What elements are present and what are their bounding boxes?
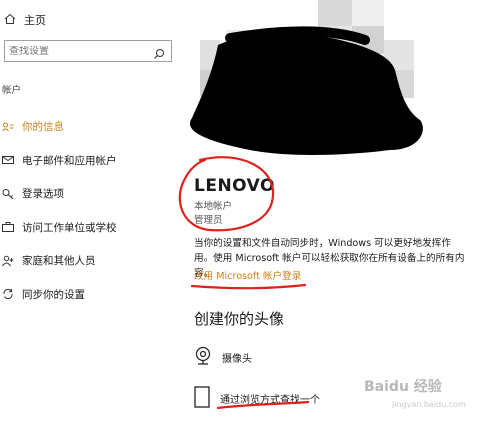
account-type: 本地帐户 xyxy=(194,201,233,212)
sidebar-item-your-info[interactable]: 你的信息 xyxy=(0,110,178,144)
sidebar-nav: 你的信息 电子邮件和应用帐户 登录选项 访问工作单位或学校 家庭和其他人员 同步… xyxy=(0,110,178,311)
search-input[interactable] xyxy=(9,45,149,57)
user-list-icon xyxy=(2,121,14,133)
browse-label: 通过浏览方式查找一个 xyxy=(220,395,320,406)
account-name: LENOVO xyxy=(194,176,275,196)
redaction-scribble xyxy=(190,26,423,155)
create-picture-heading: 创建你的头像 xyxy=(194,310,285,328)
camera-option[interactable]: 摄像头 xyxy=(194,346,252,369)
settings-sidebar: 主页 帐户 你的信息 电子邮件和应用帐户 登录选项 xyxy=(0,0,178,430)
baidu-watermark: Baidu 经验 xyxy=(364,379,442,395)
sync-icon xyxy=(2,288,14,300)
sidebar-item-family[interactable]: 家庭和其他人员 xyxy=(0,244,178,278)
search-box[interactable] xyxy=(4,40,172,62)
briefcase-icon xyxy=(2,221,14,233)
baidu-watermark-url: jingyan.baidu.com xyxy=(392,400,466,409)
person-add-icon xyxy=(2,255,14,267)
home-icon xyxy=(4,13,16,28)
sidebar-item-email-accounts[interactable]: 电子邮件和应用帐户 xyxy=(0,144,178,178)
sidebar-item-label: 登录选项 xyxy=(22,188,64,201)
microsoft-signin-link[interactable]: 改用 Microsoft 帐户登录 xyxy=(194,268,301,282)
home-link[interactable]: 主页 xyxy=(4,12,46,28)
browse-option[interactable]: 通过浏览方式查找一个 xyxy=(194,386,320,411)
search-icon[interactable] xyxy=(153,45,165,64)
mail-icon xyxy=(2,154,14,166)
sidebar-item-sync[interactable]: 同步你的设置 xyxy=(0,278,178,312)
section-label: 帐户 xyxy=(2,85,22,96)
sidebar-item-label: 家庭和其他人员 xyxy=(22,255,96,268)
account-role: 管理员 xyxy=(194,215,223,226)
browse-icon xyxy=(194,386,210,411)
camera-icon xyxy=(194,346,212,369)
key-icon xyxy=(2,188,14,200)
sidebar-item-label: 电子邮件和应用帐户 xyxy=(22,154,117,167)
sidebar-item-label: 访问工作单位或学校 xyxy=(22,221,117,234)
sidebar-item-label: 同步你的设置 xyxy=(22,288,85,301)
account-avatar xyxy=(190,0,425,160)
camera-label: 摄像头 xyxy=(222,354,252,365)
sidebar-item-sign-in-options[interactable]: 登录选项 xyxy=(0,177,178,211)
sidebar-item-work-school[interactable]: 访问工作单位或学校 xyxy=(0,211,178,245)
sidebar-item-label: 你的信息 xyxy=(22,121,64,134)
home-label: 主页 xyxy=(24,14,46,27)
